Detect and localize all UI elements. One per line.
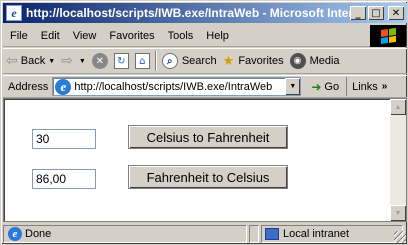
go-label: Go [324,80,340,93]
address-dropdown-button[interactable]: ▼ [285,78,301,95]
media-label: Media [309,55,340,67]
celsius-input[interactable] [32,129,96,149]
search-label: Search [181,55,217,67]
media-icon: ◉ [289,53,306,69]
star-icon: ★ [222,53,235,69]
address-input[interactable]: e http://localhost/scripts/IWB.exe/Intra… [52,77,302,96]
title-bar[interactable]: e http://localhost/scripts/IWB.exe/Intra… [3,3,407,23]
home-icon: ⌂ [134,53,150,69]
search-icon: ⌕ [161,53,178,69]
scroll-down-button[interactable]: ▼ [390,205,406,221]
links-label: Links [352,80,378,93]
menu-help[interactable]: Help [199,30,235,42]
menu-edit[interactable]: Edit [34,30,66,42]
back-label: Back [20,55,46,67]
standard-toolbar: ⇦ Back ▼ ⇨ ▼ ✕ ↻ ⌂ ⌕ Search ★ Favorites … [3,48,407,74]
close-button[interactable]: ✕ [388,6,404,20]
forward-arrow-icon: ⇨ [61,53,73,69]
refresh-icon: ↻ [113,53,129,69]
go-arrow-icon: ➜ [311,79,322,94]
status-progress-pane [249,224,259,243]
address-bar: Address e http://localhost/scripts/IWB.e… [3,75,407,98]
status-text: Done [25,227,52,240]
menu-view[interactable]: View [66,30,103,42]
windows-logo-icon [370,25,406,47]
resize-grip[interactable] [394,231,406,243]
stop-button[interactable]: ✕ [89,50,111,72]
toolbar-separator [154,51,157,71]
menu-file[interactable]: File [3,30,34,42]
zone-pane[interactable]: Local intranet [261,224,403,243]
scroll-up-button[interactable]: ▲ [390,99,406,115]
menu-favorites[interactable]: Favorites [102,30,160,42]
fahrenheit-input[interactable] [32,169,96,189]
address-label: Address [8,80,49,93]
page-done-icon: e [8,226,22,241]
refresh-button[interactable]: ↻ [111,50,132,72]
stop-icon: ✕ [91,53,108,69]
vertical-scrollbar[interactable]: ▲ ▼ [390,99,406,221]
favorites-label: Favorites [238,55,284,67]
chevron-right-icon: » [381,81,388,92]
page-content: Celsius to Fahrenheit Fahrenheit to Cels… [3,98,407,222]
browser-window: e http://localhost/scripts/IWB.exe/Intra… [0,0,408,245]
links-button[interactable]: Links » [346,77,387,96]
celsius-to-fahrenheit-button[interactable]: Celsius to Fahrenheit [128,125,288,149]
ie-icon: e [6,5,22,21]
intranet-icon [265,227,279,240]
chevron-down-icon[interactable]: ▼ [79,58,86,65]
page-icon: e [55,78,72,95]
menu-bar: File Edit View Favorites Tools Help [3,25,407,47]
menu-tools[interactable]: Tools [161,30,200,42]
chevron-down-icon[interactable]: ▼ [48,58,55,65]
zone-text: Local intranet [283,227,350,240]
home-button[interactable]: ⌂ [132,50,153,72]
favorites-button[interactable]: ★ Favorites [220,50,287,72]
forward-button[interactable]: ⇨ ▼ [58,50,89,72]
address-url[interactable]: http://localhost/scripts/IWB.exe/IntraWe… [74,81,285,93]
media-button[interactable]: ◉ Media [287,50,343,72]
maximize-button[interactable]: □ [368,6,384,20]
back-arrow-icon: ⇦ [6,53,18,69]
status-pane: e Done [3,224,247,243]
status-bar: e Done Local intranet [3,223,407,244]
fahrenheit-to-celsius-button[interactable]: Fahrenheit to Celsius [128,165,288,189]
search-button[interactable]: ⌕ Search [159,50,220,72]
window-title: http://localhost/scripts/IWB.exe/IntraWe… [26,6,350,20]
minimize-button[interactable]: _ [350,6,366,20]
back-button[interactable]: ⇦ Back ▼ [3,50,58,72]
go-button[interactable]: ➜ Go [301,80,343,94]
